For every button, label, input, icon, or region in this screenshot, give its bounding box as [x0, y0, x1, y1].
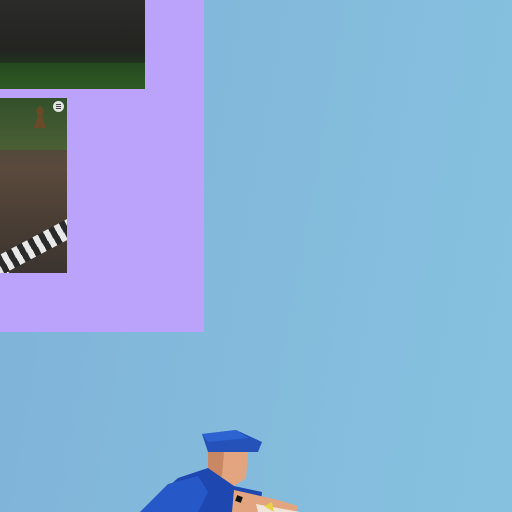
side-panel: [0, 0, 204, 332]
blue-uniform-character: [140, 430, 300, 512]
thumbnail-floor: [0, 63, 145, 89]
arrow-marker-icon: [6, 272, 10, 273]
main-thumbnail[interactable]: [0, 98, 67, 273]
thumbnail-figure: [34, 106, 46, 128]
top-thumbnail[interactable]: [0, 0, 145, 89]
menu-icon[interactable]: [53, 101, 64, 112]
